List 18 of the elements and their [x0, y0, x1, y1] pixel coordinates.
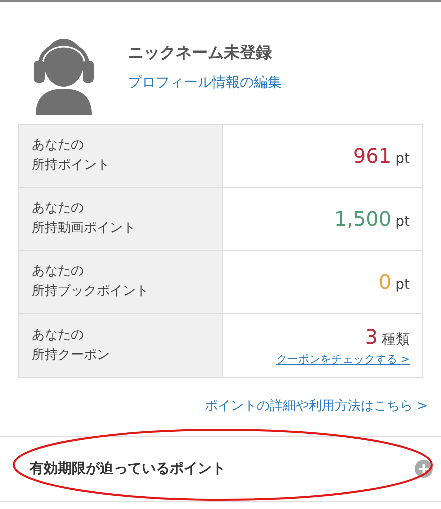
point-label-cell: あなたの 所持動画ポイント — [19, 188, 223, 250]
point-value: 961 — [353, 143, 392, 170]
point-label-cell: あなたの 所持ポイント — [19, 125, 223, 187]
point-unit: pt — [396, 150, 410, 169]
expiring-points-title: 有効期限が迫っているポイント — [30, 460, 226, 478]
point-unit: pt — [396, 213, 410, 232]
point-value: 0 — [378, 269, 392, 296]
point-label-cell: あなたの 所持クーポン — [19, 314, 223, 377]
plus-icon — [418, 463, 430, 475]
point-value: 3 — [365, 324, 378, 352]
check-coupon-link[interactable]: クーポンをチェックする > — [276, 352, 410, 369]
point-unit: 種類 — [382, 331, 410, 350]
point-value: 1,500 — [334, 206, 392, 233]
nickname: ニックネーム未登録 — [128, 42, 273, 64]
point-details-link[interactable]: ポイントの詳細や利用方法はこちら > — [204, 397, 428, 417]
edit-profile-link[interactable]: プロフィール情報の編集 — [128, 72, 282, 94]
point-unit: pt — [396, 276, 410, 295]
point-label-cell: あなたの 所持ブックポイント — [19, 251, 223, 313]
